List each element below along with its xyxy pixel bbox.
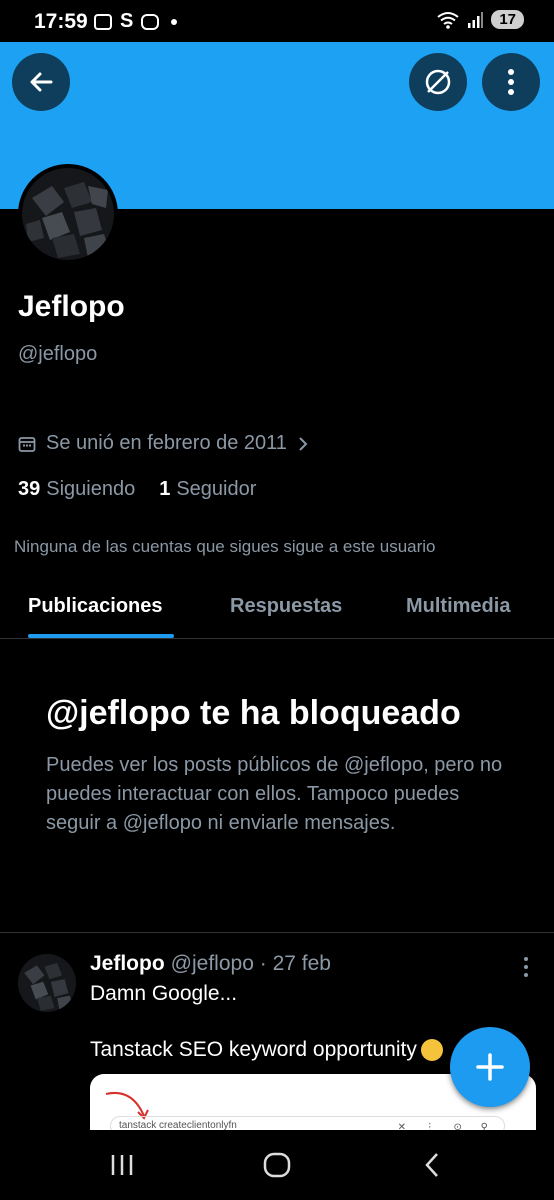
post-header: Jeflopo @jeflopo · 27 feb	[90, 952, 331, 976]
instagram-icon	[141, 13, 160, 30]
signal-icon	[468, 11, 484, 28]
chevron-right-icon	[299, 436, 308, 451]
post-text-line-1: Damn Google...	[90, 982, 238, 1005]
explore-button[interactable]	[409, 53, 467, 111]
mutual-followers-text: Ninguna de las cuentas que sigues sigue …	[14, 537, 436, 556]
battery-indicator: 17	[491, 10, 524, 29]
profile-name: Jeflopo	[18, 290, 125, 323]
post-more-button[interactable]	[516, 955, 536, 979]
status-time: 17:59	[34, 10, 88, 33]
avatar-image	[22, 168, 114, 260]
post-avatar[interactable]	[18, 954, 76, 1012]
joined-text: Se unió en febrero de 2011	[46, 432, 287, 454]
arrow-left-icon	[30, 72, 53, 92]
screenshot-icon	[94, 13, 112, 30]
tab-respuestas[interactable]: Respuestas	[230, 595, 342, 618]
following-label: Siguiendo	[46, 478, 136, 500]
s-app-icon: S	[120, 10, 134, 32]
status-notification-icons: S	[94, 10, 178, 33]
tab-multimedia[interactable]: Multimedia	[406, 595, 510, 618]
post-separator: ·	[259, 952, 267, 975]
active-tab-indicator	[28, 634, 174, 638]
plus-icon	[476, 1053, 504, 1081]
back-button[interactable]	[12, 53, 70, 111]
status-right: 17	[437, 10, 524, 29]
post-text-line-2-content: Tanstack SEO keyword opportunity	[90, 1038, 417, 1061]
nav-back-button[interactable]	[412, 1148, 452, 1182]
calendar-icon	[18, 436, 36, 452]
recents-icon	[111, 1155, 133, 1175]
more-notifications-dot-icon	[171, 18, 178, 25]
divider	[0, 932, 554, 933]
more-vertical-icon	[508, 69, 514, 95]
more-options-button[interactable]	[482, 53, 540, 111]
profile-tabs: Publicaciones Respuestas Multimedia	[0, 580, 554, 639]
tab-publicaciones[interactable]: Publicaciones	[28, 595, 163, 618]
compass-icon	[425, 69, 451, 95]
nav-recents-button[interactable]	[102, 1148, 142, 1182]
post-author[interactable]: Jeflopo	[90, 952, 165, 975]
post-text-line-2: Tanstack SEO keyword opportunity	[90, 1038, 443, 1062]
profile-handle: @jeflopo	[18, 343, 98, 365]
nav-home-button[interactable]	[257, 1148, 297, 1182]
followers-count: 1	[159, 478, 171, 500]
compose-button[interactable]	[450, 1027, 530, 1107]
followers-label: Seguidor	[176, 478, 257, 500]
joined-date[interactable]: Se unió en febrero de 2011	[18, 432, 309, 455]
blocked-body: Puedes ver los posts públicos de @jeflop…	[46, 754, 503, 834]
following-count: 39	[18, 478, 41, 500]
following-link[interactable]: 39 Siguiendo	[18, 478, 135, 501]
home-icon	[263, 1152, 291, 1178]
wifi-icon	[437, 11, 459, 29]
post-handle[interactable]: @jeflopo	[171, 952, 254, 975]
post-avatar-image	[18, 954, 76, 1012]
profile-avatar[interactable]	[18, 164, 118, 264]
blocked-title: @jeflopo te ha bloqueado	[46, 694, 461, 732]
system-nav-bar	[0, 1130, 554, 1200]
status-bar: 17:59 S 17	[0, 0, 554, 42]
post-date[interactable]: 27 feb	[273, 952, 331, 975]
more-vertical-icon	[524, 957, 528, 977]
crying-emoji-icon	[420, 1039, 443, 1062]
follow-stats: 39 Siguiendo 1 Seguidor	[18, 478, 256, 501]
followers-link[interactable]: 1 Seguidor	[159, 478, 256, 501]
nav-back-icon	[425, 1153, 438, 1177]
